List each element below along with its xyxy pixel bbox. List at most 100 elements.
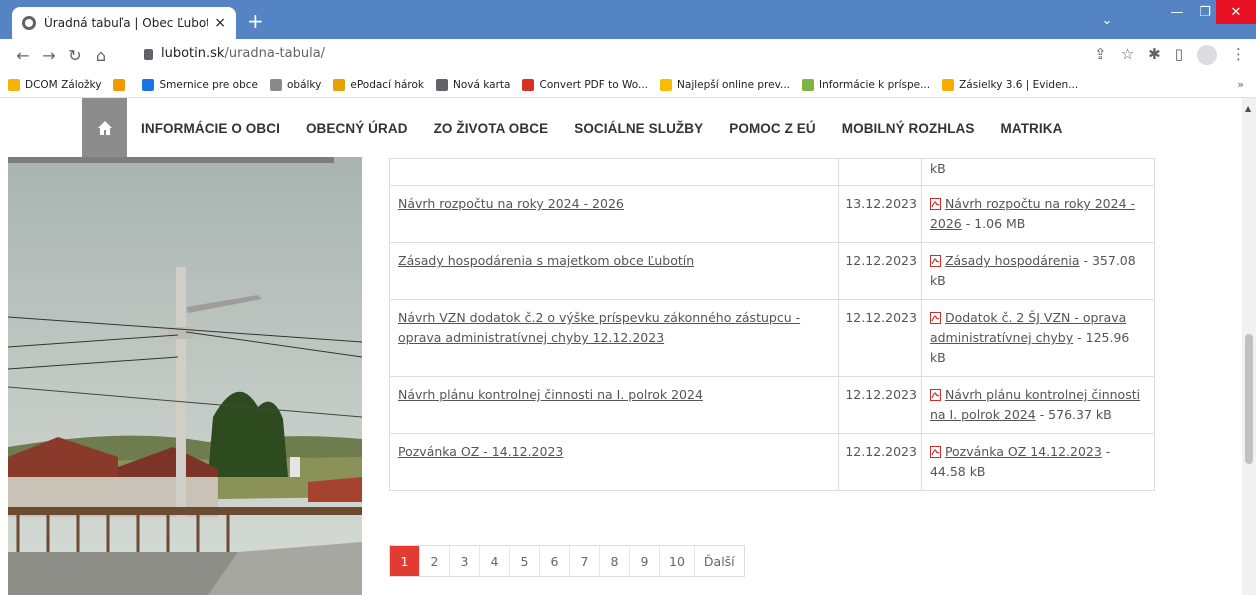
pdf-icon xyxy=(929,198,941,210)
document-title-cell: Návrh rozpočtu na roky 2024 - 2026 xyxy=(388,185,840,243)
bookmark-icon xyxy=(8,78,20,91)
bookmark-item[interactable]: Zásielky 3.6 | Eviden... xyxy=(942,78,1078,91)
bookmark-icon xyxy=(802,78,815,91)
bookmark-icon xyxy=(660,78,673,91)
main-navigation: INFORMÁCIE O OBCI OBECNÝ ÚRAD ZO ŽIVOTA OB… xyxy=(82,98,1088,158)
bookmark-item[interactable]: Najlepší online prev... xyxy=(660,78,790,91)
file-size: - 1.06 MB xyxy=(961,216,1026,231)
bookmark-item[interactable]: Informácie k príspe... xyxy=(802,78,931,91)
document-title-cell xyxy=(388,158,840,186)
pagination-page-link[interactable]: 3 xyxy=(450,546,480,576)
share-icon[interactable]: ⇪ xyxy=(1094,45,1107,65)
table-row: kB xyxy=(388,158,1156,186)
nav-item[interactable]: INFORMÁCIE O OBCI xyxy=(141,121,280,136)
document-date: 12.12.2023 xyxy=(838,299,922,377)
nav-item[interactable]: SOCIÁLNE SLUŽBY xyxy=(574,121,703,136)
pdf-icon xyxy=(929,255,941,267)
bookmark-label: DCOM Záložky xyxy=(25,78,102,91)
nav-item[interactable]: POMOC Z EÚ xyxy=(729,121,816,136)
bookmarks-overflow-icon[interactable]: » xyxy=(1237,78,1244,91)
bookmark-item[interactable]: obálky xyxy=(269,78,321,91)
reload-button[interactable]: ↻ xyxy=(62,46,88,65)
url-field[interactable]: lubotin.sk/uradna-tabula/ xyxy=(144,46,325,61)
pagination-page-link[interactable]: 5 xyxy=(510,546,540,576)
pagination-page-link[interactable]: 8 xyxy=(600,546,630,576)
file-size: - 576.37 kB xyxy=(1035,407,1112,422)
pagination-page-link[interactable]: 6 xyxy=(540,546,570,576)
bookmark-item[interactable]: Smernice pre obce xyxy=(142,78,258,91)
table-row: Návrh plánu kontrolnej činnosti na I. po… xyxy=(388,376,1156,434)
table-row: Pozvánka OZ - 14.12.2023 12.12.2023 Pozván… xyxy=(388,433,1156,491)
document-file-cell: Zásady hospodárenia - 357.08 kB xyxy=(920,242,1156,300)
pagination-current-page[interactable]: 1 xyxy=(390,546,420,576)
home-nav-button[interactable]: ⌂ xyxy=(88,46,114,65)
table-row: Návrh VZN dodatok č.2 o výške príspevku … xyxy=(388,299,1156,377)
home-icon xyxy=(97,121,112,135)
pagination-page-link[interactable]: 7 xyxy=(570,546,600,576)
document-title-cell: Zásady hospodárenia s majetkom obce Ľubo… xyxy=(388,242,840,300)
nav-item[interactable]: OBECNÝ ÚRAD xyxy=(306,121,408,136)
scrollbar[interactable]: ▲ xyxy=(1242,98,1256,595)
document-title-link[interactable]: Pozvánka OZ - 14.12.2023 xyxy=(398,444,563,459)
document-title-link[interactable]: Návrh VZN dodatok č.2 o výške príspevku … xyxy=(398,310,800,345)
menu-icon[interactable]: ⋮ xyxy=(1231,45,1246,65)
bookmark-item[interactable]: DCOM Záložky xyxy=(8,78,102,91)
document-file-cell: Návrh rozpočtu na roky 2024 - 2026 - 1.0… xyxy=(920,185,1156,243)
forward-button[interactable]: → xyxy=(36,46,62,65)
back-button[interactable]: ← xyxy=(10,46,36,65)
file-size: kB xyxy=(929,161,946,176)
document-file-cell: kB xyxy=(920,158,1156,186)
bookmark-label: Informácie k príspe... xyxy=(819,78,931,91)
tab-title: Úradná tabuľa | Obec Ľubotín xyxy=(44,16,209,30)
pagination-page-link[interactable]: 2 xyxy=(420,546,450,576)
nav-list: INFORMÁCIE O OBCI OBECNÝ ÚRAD ZO ŽIVOTA OB… xyxy=(141,121,1088,136)
globe-icon xyxy=(22,16,36,30)
document-title-link[interactable]: Návrh rozpočtu na roky 2024 - 2026 xyxy=(398,196,624,211)
pagination-page-link[interactable]: Ďalší xyxy=(695,546,744,576)
bookmark-icon xyxy=(942,78,955,91)
pagination-page-link[interactable]: 4 xyxy=(480,546,510,576)
bookmark-icon xyxy=(522,78,535,91)
star-icon[interactable]: ☆ xyxy=(1121,45,1134,65)
browser-tab[interactable]: Úradná tabuľa | Obec Ľubotín × xyxy=(12,7,236,39)
document-file-link[interactable]: Zásady hospodárenia xyxy=(945,253,1080,268)
bookmark-item[interactable] xyxy=(113,78,130,91)
bookmark-icon xyxy=(142,78,155,91)
photo-top-band xyxy=(8,157,334,163)
document-title-link[interactable]: Zásady hospodárenia s majetkom obce Ľubo… xyxy=(398,253,694,268)
scroll-up-icon[interactable]: ▲ xyxy=(1245,104,1251,113)
bookmark-item[interactable]: ePodací hárok xyxy=(333,78,424,91)
pagination-page-link[interactable]: 10 xyxy=(660,546,695,576)
new-tab-button[interactable]: + xyxy=(247,11,264,31)
table-row: Zásady hospodárenia s majetkom obce Ľubo… xyxy=(388,242,1156,300)
scroll-thumb[interactable] xyxy=(1245,334,1253,464)
sidepanel-icon[interactable]: ▯ xyxy=(1175,45,1183,65)
bookmark-item[interactable]: Convert PDF to Wo... xyxy=(522,78,648,91)
document-date: 12.12.2023 xyxy=(838,376,922,434)
home-button[interactable] xyxy=(82,98,127,158)
browser-tab-bar: Úradná tabuľa | Obec Ľubotín × + ⌄ — ❐ ✕ xyxy=(0,0,1256,39)
profile-avatar[interactable] xyxy=(1197,45,1217,65)
toolbar-actions: ⇪ ☆ ✱ ▯ ⋮ xyxy=(1094,45,1246,65)
nav-item[interactable]: MOBILNÝ ROZHLAS xyxy=(842,121,975,136)
bookmarks-bar: DCOM Záložky Smernice pre obce obálky ePoda… xyxy=(0,72,1256,98)
document-date xyxy=(838,158,922,186)
close-icon[interactable]: × xyxy=(214,15,226,31)
document-title-link[interactable]: Návrh plánu kontrolnej činnosti na I. po… xyxy=(398,387,703,402)
document-file-link[interactable]: Pozvánka OZ 14.12.2023 xyxy=(945,444,1102,459)
chevron-down-icon[interactable]: ⌄ xyxy=(1090,8,1124,32)
pagination-page-link[interactable]: 9 xyxy=(630,546,660,576)
close-window-button[interactable]: ✕ xyxy=(1216,0,1256,24)
bookmark-label: Smernice pre obce xyxy=(159,78,258,91)
page-viewport: INFORMÁCIE O OBCI OBECNÝ ÚRAD ZO ŽIVOTA OB… xyxy=(0,98,1256,595)
extensions-icon[interactable]: ✱ xyxy=(1148,45,1161,65)
documents-table: kB Návrh rozpočtu na roky 2024 - 2026 13.1… xyxy=(388,158,1156,491)
document-file-cell: Dodatok č. 2 ŠJ VZN - oprava administrat… xyxy=(920,299,1156,377)
nav-item[interactable]: MATRIKA xyxy=(1001,121,1063,136)
nav-item[interactable]: ZO ŽIVOTA OBCE xyxy=(434,121,549,136)
bookmark-item[interactable]: Nová karta xyxy=(436,78,510,91)
document-file-link[interactable]: Návrh rozpočtu na roky 2024 - 2026 xyxy=(930,196,1135,231)
bookmark-icon xyxy=(333,78,346,91)
document-title-cell: Pozvánka OZ - 14.12.2023 xyxy=(388,433,840,491)
document-file-cell: Návrh plánu kontrolnej činnosti na I. po… xyxy=(920,376,1156,434)
